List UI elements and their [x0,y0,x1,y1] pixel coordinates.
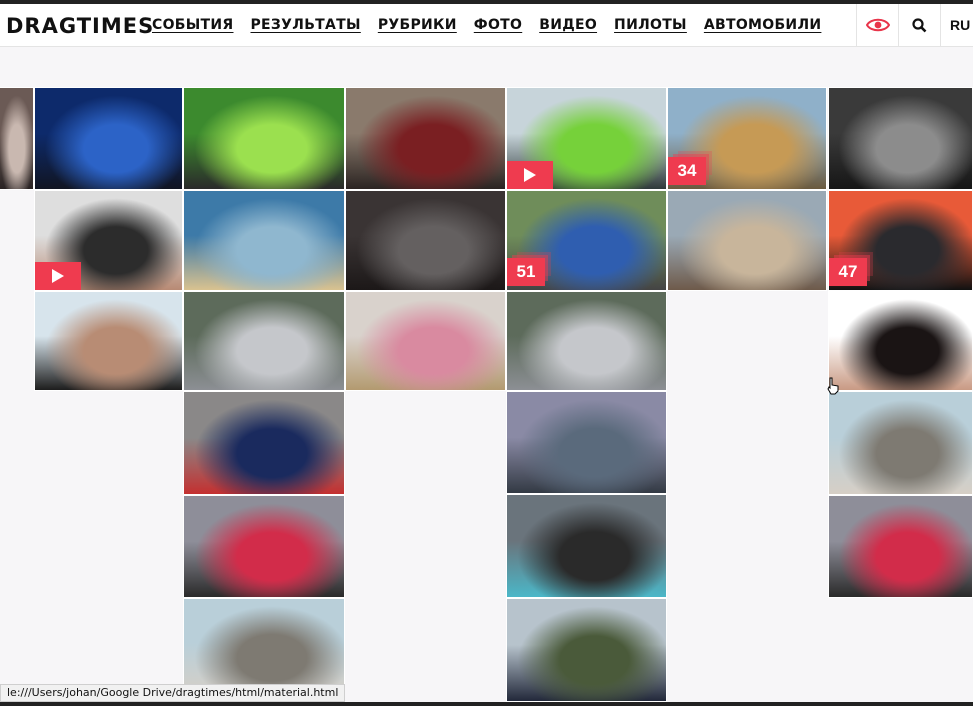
view-toggle-button[interactable] [856,4,898,46]
tile-celebrating-man[interactable] [506,494,667,598]
nav-results[interactable]: РЕЗУЛЬТАТЫ [251,17,361,33]
tile-woman-sunglasses[interactable] [828,291,973,391]
tile-f1-car[interactable] [183,391,345,495]
tile-wheel-closeup[interactable] [345,190,506,291]
tile-blue-golf-gallery[interactable]: 51 [506,190,667,291]
search-icon [912,17,927,32]
browser-status-url: le:///Users/johan/Google Drive/dragtimes… [0,684,346,702]
header-tools: RU [856,4,973,46]
site-header: DRAGTIMES СОБЫТИЯ РЕЗУЛЬТАТЫ РУБРИКИ ФОТ… [0,4,973,47]
site-logo[interactable]: DRAGTIMES [6,14,154,38]
tile-silver-car-rear-2[interactable] [506,291,667,391]
play-icon [524,168,536,182]
tile-blue-sportscar[interactable] [34,87,183,190]
photo-count-badge: 51 [507,258,545,286]
tile-drift-red-car[interactable] [183,495,345,598]
tile-green-car-video[interactable] [506,87,667,190]
pointer-cursor-icon [827,377,839,395]
nav-events[interactable]: СОБЫТИЯ [152,17,234,33]
tile-drift-red-car-2[interactable] [828,495,973,598]
eye-icon [865,18,890,32]
nav-photo[interactable]: ФОТО [474,17,522,33]
nav-cars[interactable]: АВТОМОБИЛИ [704,17,822,33]
tile-dragster-partial[interactable] [828,87,973,190]
nav-video[interactable]: ВИДЕО [539,17,597,33]
play-video-button[interactable] [35,262,81,290]
tile-road-cars[interactable] [506,391,667,494]
nav-pilots[interactable]: ПИЛОТЫ [614,17,687,33]
language-selector[interactable]: RU [940,4,973,46]
tile-runway-man[interactable] [828,391,973,495]
tile-desert-road-gallery[interactable]: 34 [667,87,827,190]
tile-green-drift-car[interactable] [183,87,345,190]
tile-runway-man-2[interactable] [183,598,345,698]
main-nav: СОБЫТИЯ РЕЗУЛЬТАТЫ РУБРИКИ ФОТО ВИДЕО ПИ… [152,17,821,33]
tile-silver-car-rear[interactable] [183,291,345,391]
play-icon [52,269,64,283]
tile-porsche-gallery[interactable]: 47 [828,190,973,291]
tile-pilots[interactable] [506,598,667,702]
window-bottom-edge [0,702,973,706]
tile-wheel-partial[interactable] [0,87,34,190]
search-button[interactable] [898,4,940,46]
tile-driver-video[interactable] [34,190,183,291]
photo-count-badge: 47 [829,258,867,286]
tile-sky-landscape[interactable] [183,190,345,291]
nav-sections[interactable]: РУБРИКИ [378,17,457,33]
tile-jumping-man[interactable] [667,190,827,291]
tile-woman-blonde[interactable] [345,291,506,391]
play-video-button[interactable] [507,161,553,189]
tile-vintage-racer[interactable] [345,87,506,190]
tile-driver-portrait[interactable] [34,291,183,391]
photo-count-badge: 34 [668,157,706,185]
